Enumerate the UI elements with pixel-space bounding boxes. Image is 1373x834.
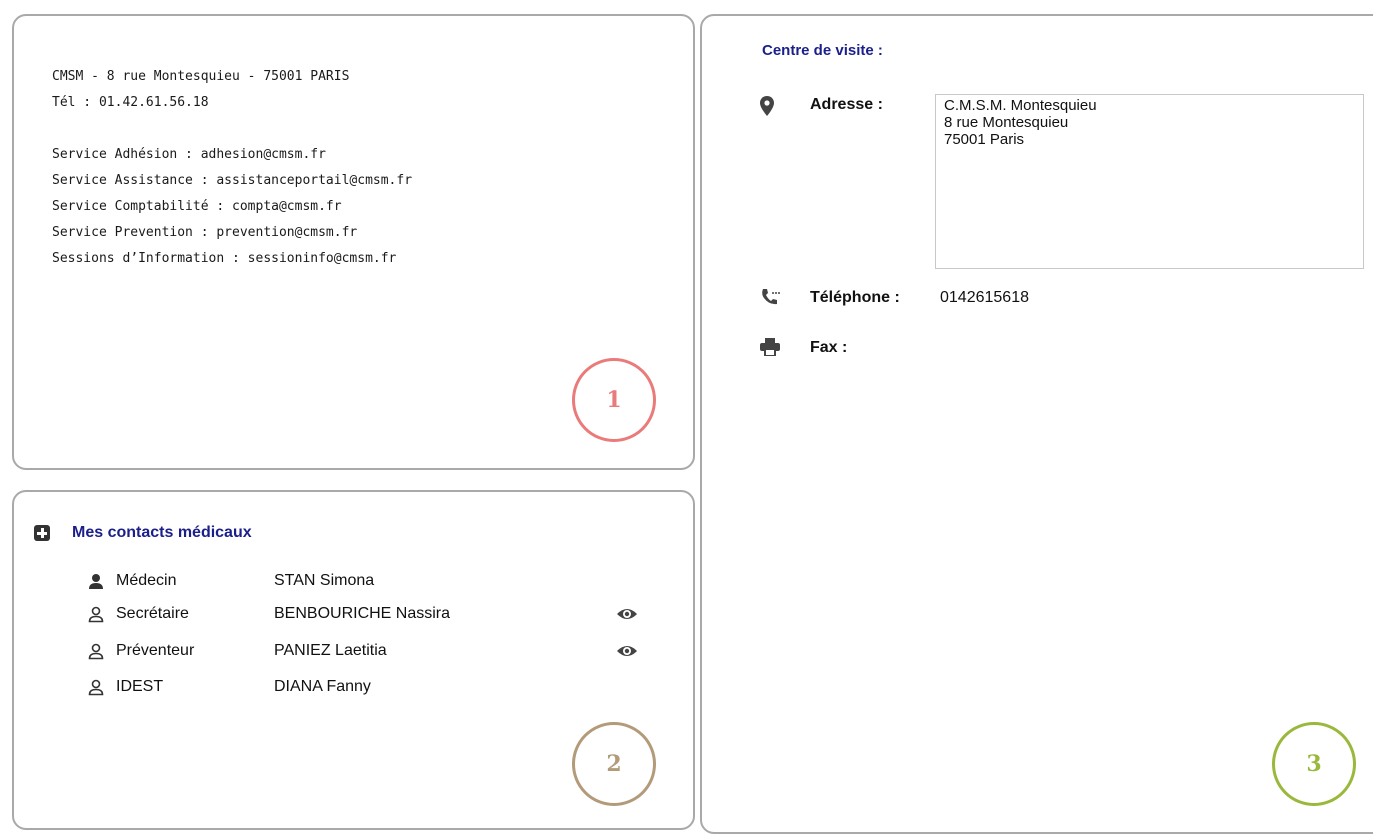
eye-icon[interactable] — [616, 643, 638, 659]
medical-contacts-header[interactable]: Mes contacts médicaux — [34, 524, 252, 542]
fax-label: Fax : — [810, 339, 848, 356]
address-line-1: C.M.S.M. Montesquieu — [944, 97, 1097, 114]
contact-role: IDEST — [116, 678, 164, 695]
contact-name: DIANA Fanny — [274, 678, 371, 695]
contact-role: Médecin — [116, 572, 177, 589]
contact-row-idest: IDEST DIANA Fanny — [86, 672, 614, 702]
phone-value: 0142615618 — [940, 289, 1029, 306]
address-line-2: 8 rue Montesquieu — [944, 114, 1069, 131]
service-prevention: Service Prevention : prevention@cmsm.fr — [52, 225, 358, 240]
person-filled-icon — [89, 574, 103, 589]
contact-row-preventeur: Préventeur PANIEZ Laetitia — [86, 636, 638, 666]
phone-label: Téléphone : — [810, 289, 900, 306]
annotation-badge-1: 1 — [572, 358, 656, 442]
contact-role: Secrétaire — [116, 605, 189, 622]
eye-icon[interactable] — [616, 606, 638, 622]
annotation-badge-2: 2 — [572, 722, 656, 806]
sessions-information: Sessions d’Information : sessioninfo@cms… — [52, 251, 397, 266]
address-label: Adresse : — [810, 96, 883, 113]
service-comptabilite: Service Comptabilité : compta@cmsm.fr — [52, 199, 342, 214]
service-adhesion: Service Adhésion : adhesion@cmsm.fr — [52, 147, 326, 162]
person-outline-icon — [88, 679, 104, 696]
address-line-3: 75001 Paris — [944, 131, 1025, 148]
medical-contacts-title: Mes contacts médicaux — [72, 524, 252, 541]
address-textbox[interactable]: C.M.S.M. Montesquieu 8 rue Montesquieu 7… — [935, 94, 1364, 269]
cmsm-address: CMSM - 8 rue Montesquieu - 75001 PARIS — [52, 69, 350, 84]
person-outline-icon — [88, 606, 104, 623]
person-outline-icon — [88, 643, 104, 660]
annotation-badge-3: 3 — [1272, 722, 1356, 806]
contact-row-medecin: Médecin STAN Simona — [86, 566, 614, 596]
contact-row-secretaire: Secrétaire BENBOURICHE Nassira — [86, 599, 638, 629]
visit-center-title: Centre de visite : — [762, 42, 883, 59]
cmsm-phone: Tél : 01.42.61.56.18 — [52, 95, 209, 110]
contact-name: STAN Simona — [274, 572, 375, 589]
contact-name: BENBOURICHE Nassira — [274, 605, 451, 622]
contact-name: PANIEZ Laetitia — [274, 642, 387, 659]
plus-square-icon[interactable] — [34, 525, 50, 541]
service-assistance: Service Assistance : assistanceportail@c… — [52, 173, 413, 188]
fax-printer-icon — [760, 338, 780, 356]
phone-icon — [762, 289, 780, 305]
cmsm-info-lines: CMSM - 8 rue Montesquieu - 75001 PARIS T… — [52, 64, 412, 272]
map-pin-icon — [760, 96, 774, 116]
contact-role: Préventeur — [116, 642, 195, 659]
